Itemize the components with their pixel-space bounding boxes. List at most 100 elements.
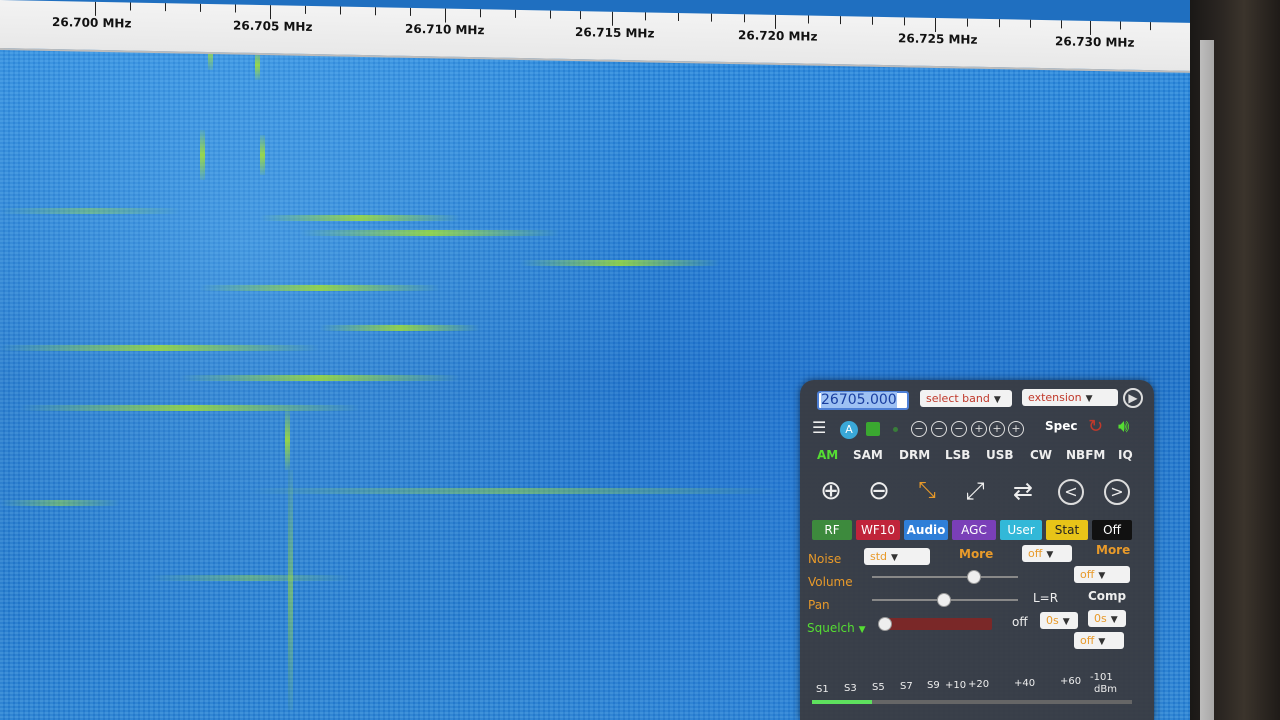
squelch-select[interactable]: off ▼ — [1074, 632, 1124, 649]
step-down-large-icon[interactable]: − — [911, 421, 927, 437]
squelch-select-label: off — [1080, 634, 1095, 647]
squelch-label-text: Squelch — [807, 621, 855, 635]
smeter-label: S1 — [816, 684, 829, 695]
expand-icon[interactable] — [866, 422, 880, 436]
tab-off[interactable]: Off — [1092, 520, 1132, 540]
tab-user[interactable]: User — [1000, 520, 1042, 540]
pan-label: Pan — [808, 598, 830, 612]
volume-select[interactable]: off ▼ — [1074, 566, 1130, 583]
refresh-icon[interactable]: ↻ — [1088, 416, 1103, 437]
page-right-icon[interactable]: > — [1100, 474, 1134, 508]
more-button-2[interactable]: More — [1096, 543, 1130, 557]
hamburger-menu-icon[interactable]: ☰ — [812, 418, 826, 437]
smeter-label: +40 — [1014, 678, 1036, 689]
tab-stat[interactable]: Stat — [1046, 520, 1088, 540]
zoom-max-icon[interactable]: ⤢ — [958, 474, 992, 508]
signal-trace — [0, 345, 320, 351]
triangle-down-icon: ▼ — [858, 625, 866, 635]
signal-trace — [0, 500, 120, 506]
mode-drm[interactable]: DRM — [899, 448, 930, 462]
mode-sam[interactable]: SAM — [853, 448, 883, 462]
play-icon[interactable]: ▶ — [1123, 388, 1143, 408]
nr-select-label: off — [1028, 547, 1043, 560]
step-down-medium-icon[interactable]: − — [931, 421, 947, 437]
frequency-input[interactable]: 26705.000 — [817, 391, 909, 410]
squelch-label[interactable]: Squelch ▼ — [807, 621, 866, 635]
signal-trace — [20, 405, 360, 411]
mode-nbfm[interactable]: NBFM — [1066, 448, 1105, 462]
scrollbar[interactable] — [1200, 40, 1214, 720]
signal-trace — [260, 215, 460, 221]
signal-trace — [200, 130, 205, 180]
step-down-small-icon[interactable]: − — [951, 421, 967, 437]
step-up-large-icon[interactable]: + — [1008, 421, 1024, 437]
smeter-label: S9 — [927, 680, 940, 691]
volume-slider-knob[interactable] — [967, 570, 981, 584]
squelch-tail-select-2[interactable]: 0s ▼ — [1088, 610, 1126, 627]
mode-am[interactable]: AM — [817, 448, 838, 462]
comp-label[interactable]: Comp — [1088, 589, 1126, 603]
tab-agc[interactable]: AGC — [952, 520, 996, 540]
chevron-down-icon: ▼ — [1098, 571, 1106, 581]
chevron-down-icon: ▼ — [1046, 550, 1054, 560]
zoom-out-icon[interactable]: ⊖ — [862, 474, 896, 508]
squelch-tail-2-label: 0s — [1094, 612, 1107, 625]
smeter-label: +10 — [945, 680, 967, 691]
tab-audio[interactable]: Audio — [904, 520, 948, 540]
tab-wf[interactable]: WF10 — [856, 520, 900, 540]
chevron-down-icon: ▼ — [1085, 394, 1093, 404]
freq-label: 26.710 MHz — [405, 21, 485, 38]
extension-select-label: extension — [1028, 391, 1082, 404]
squelch-tail-select-1[interactable]: 0s ▼ — [1040, 612, 1078, 629]
signal-trace — [180, 375, 460, 381]
smeter-dbm-value: -101 — [1090, 672, 1113, 683]
band-select[interactable]: select band ▼ — [920, 390, 1012, 407]
signal-trace — [150, 575, 350, 581]
mode-lsb[interactable]: LSB — [945, 448, 970, 462]
signal-trace — [520, 260, 720, 266]
status-dot-icon — [893, 427, 898, 432]
chevron-down-icon: ▼ — [993, 395, 1001, 405]
squelch-slider-knob[interactable] — [878, 617, 892, 631]
freq-label: 26.720 MHz — [738, 28, 818, 44]
signal-trace — [260, 135, 265, 175]
smeter-label: S5 — [872, 682, 885, 693]
zoom-band-icon[interactable]: ⤡ — [910, 474, 944, 508]
signal-trace — [200, 285, 440, 291]
pan-slider-knob[interactable] — [937, 593, 951, 607]
tab-rf[interactable]: RF — [812, 520, 852, 540]
mode-cw[interactable]: CW — [1030, 448, 1052, 462]
zoom-in-icon[interactable]: ⊕ — [814, 474, 848, 508]
speaker-icon[interactable]: 🔊︎ — [1118, 416, 1129, 437]
mode-iq[interactable]: IQ — [1118, 448, 1133, 462]
freq-label: 26.700 MHz — [52, 14, 132, 31]
auto-icon[interactable]: A — [840, 421, 858, 439]
squelch-slider[interactable] — [882, 618, 992, 630]
step-up-small-icon[interactable]: + — [971, 421, 987, 437]
chevron-down-icon: ▼ — [1062, 617, 1070, 627]
page-left-icon[interactable]: < — [1054, 474, 1088, 508]
chevron-down-icon: ▼ — [1098, 637, 1106, 647]
signal-trace — [300, 230, 560, 236]
frequency-value: 26705.000 — [821, 392, 897, 408]
nr-select[interactable]: off ▼ — [1022, 545, 1072, 562]
noise-label: Noise — [808, 552, 842, 566]
mode-usb[interactable]: USB — [986, 448, 1014, 462]
signal-trace — [250, 488, 780, 494]
freq-label: 26.715 MHz — [575, 25, 655, 41]
more-button[interactable]: More — [959, 547, 993, 561]
step-up-medium-icon[interactable]: + — [989, 421, 1005, 437]
s-meter: S1 S3 S5 S7 S9 +10 +20 +40 +60 -101 dBm — [808, 672, 1138, 712]
pan-value: L=R — [1033, 591, 1059, 605]
band-select-label: select band — [926, 392, 990, 405]
chevron-down-icon: ▼ — [891, 553, 898, 563]
spec-button[interactable]: Spec — [1045, 419, 1077, 433]
freq-label: 26.705 MHz — [233, 18, 313, 34]
volume-slider[interactable] — [872, 576, 1018, 578]
chevron-down-icon: ▼ — [1110, 615, 1118, 625]
extension-select[interactable]: extension ▼ — [1022, 389, 1118, 406]
smeter-dbm-unit: dBm — [1094, 684, 1117, 695]
signal-trace — [288, 470, 293, 710]
noise-select[interactable]: std ▼ — [864, 548, 930, 565]
zoom-span-icon[interactable]: ⇄ — [1006, 474, 1040, 508]
